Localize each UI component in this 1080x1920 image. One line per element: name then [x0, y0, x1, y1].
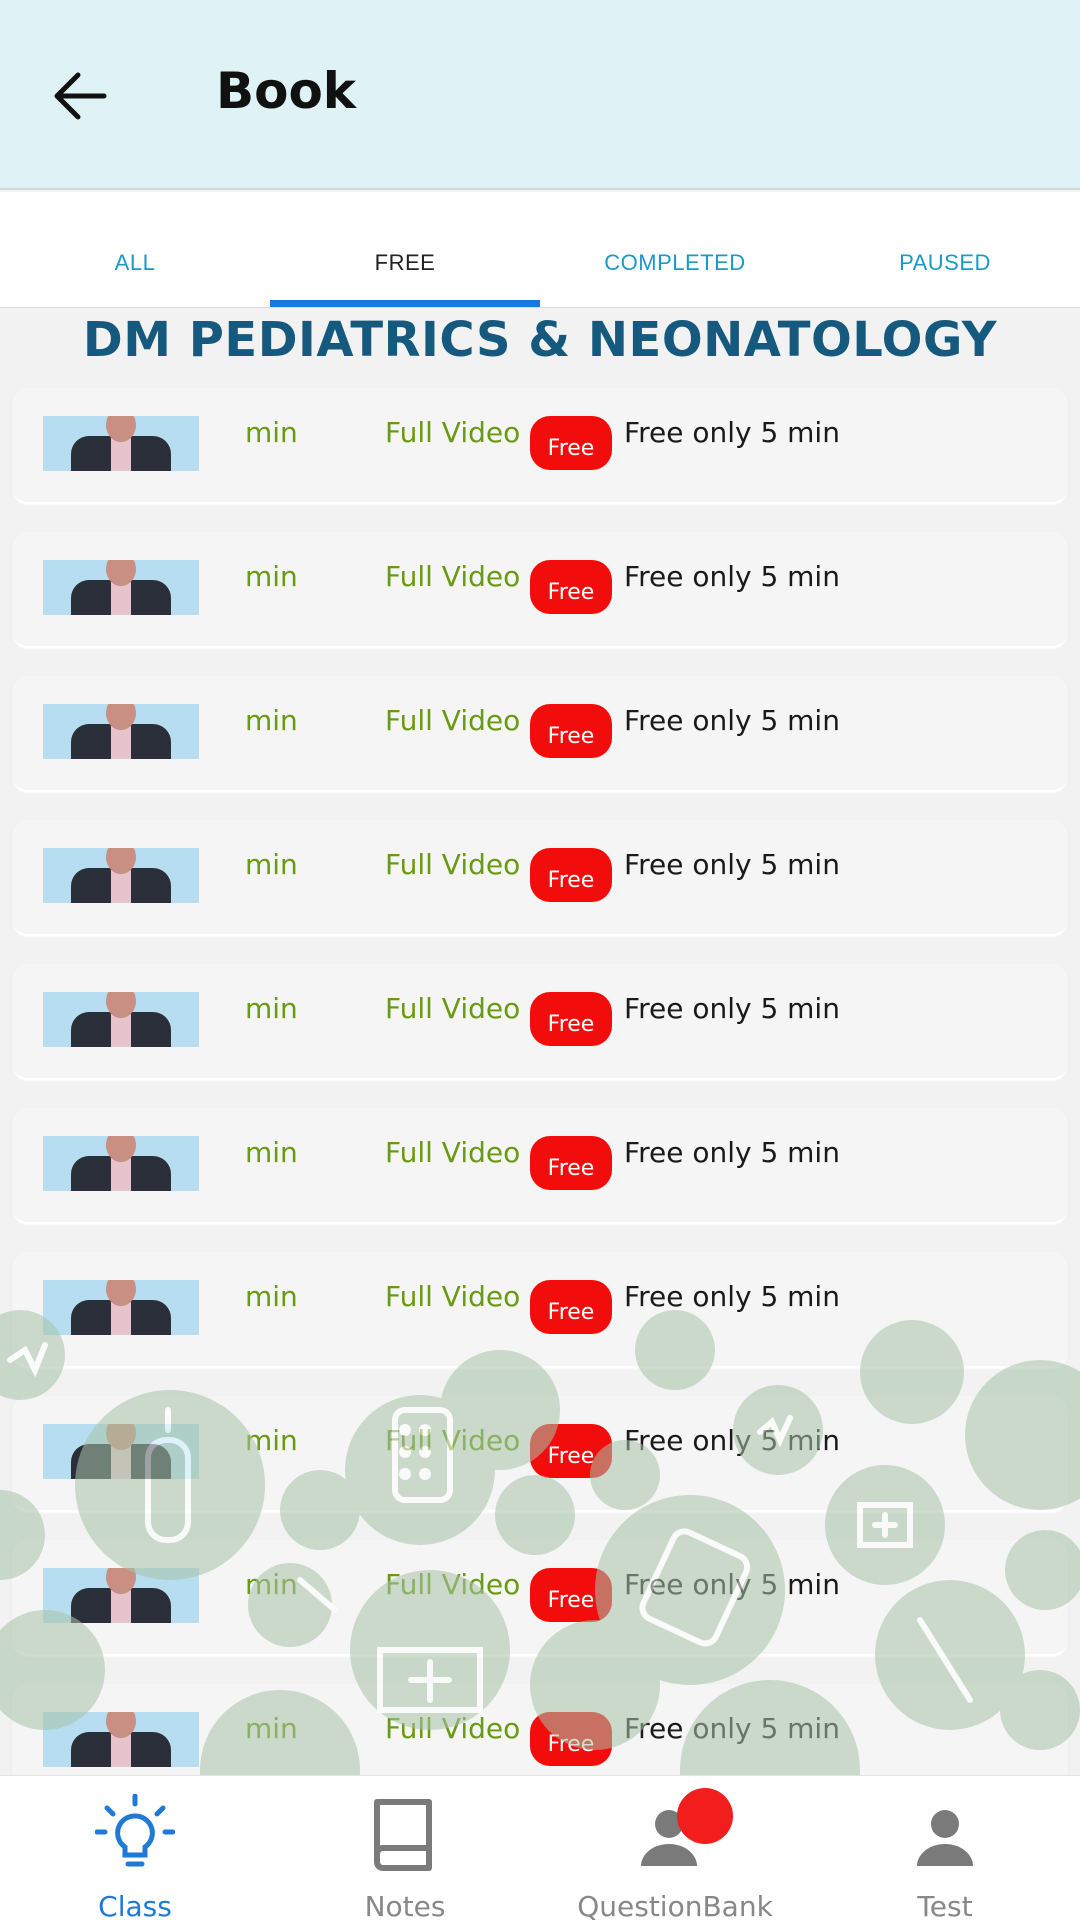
filter-tabs: ALL FREE COMPLETED PAUSED: [0, 192, 1080, 308]
video-thumbnail: [43, 560, 199, 615]
duration-label: min: [245, 704, 298, 737]
free-note: Free only 5 min: [624, 1424, 840, 1457]
full-video-link[interactable]: Full Video: [385, 416, 520, 449]
bottom-navigation: Class Notes QuestionBank Test: [0, 1775, 1080, 1920]
free-note: Free only 5 min: [624, 704, 840, 737]
full-video-link[interactable]: Full Video: [385, 1712, 520, 1745]
nav-notes[interactable]: Notes: [270, 1776, 540, 1920]
nav-label: Class: [98, 1890, 172, 1920]
full-video-link[interactable]: Full Video: [385, 560, 520, 593]
full-video-link[interactable]: Full Video: [385, 704, 520, 737]
duration-label: min: [245, 1280, 298, 1313]
video-thumbnail: [43, 1568, 199, 1623]
tab-all[interactable]: ALL: [0, 192, 270, 307]
video-thumbnail: [43, 1136, 199, 1191]
lesson-card[interactable]: min Full Video Free Free only 5 min: [12, 1252, 1068, 1366]
notification-dot: [677, 1788, 733, 1844]
free-badge: Free: [530, 1568, 612, 1622]
duration-label: min: [245, 1712, 298, 1745]
tab-paused[interactable]: PAUSED: [810, 192, 1080, 307]
free-note: Free only 5 min: [624, 992, 840, 1025]
duration-label: min: [245, 848, 298, 881]
video-thumbnail: [43, 416, 199, 471]
arrow-left-icon: [54, 72, 107, 120]
full-video-link[interactable]: Full Video: [385, 1136, 520, 1169]
section-title: DM PEDIATRICS & NEONATOLOGY: [82, 312, 998, 368]
free-badge: Free: [530, 1712, 612, 1766]
free-note: Free only 5 min: [624, 560, 840, 593]
person-icon: [635, 1788, 733, 1874]
video-thumbnail: [43, 1280, 199, 1335]
lesson-card[interactable]: min Full Video Free Free only 5 min: [12, 1108, 1068, 1222]
free-note: Free only 5 min: [624, 416, 840, 449]
free-badge: Free: [530, 416, 612, 470]
lesson-card[interactable]: min Full Video Free Free only 5 min: [12, 820, 1068, 934]
lesson-card[interactable]: min Full Video Free Free only 5 min: [12, 532, 1068, 646]
free-note: Free only 5 min: [624, 848, 840, 881]
free-badge: Free: [530, 848, 612, 902]
free-badge: Free: [530, 992, 612, 1046]
video-thumbnail: [43, 704, 199, 759]
lesson-card[interactable]: min Full Video Free Free only 5 min: [12, 676, 1068, 790]
full-video-link[interactable]: Full Video: [385, 848, 520, 881]
nav-class[interactable]: Class: [0, 1776, 270, 1920]
full-video-link[interactable]: Full Video: [385, 992, 520, 1025]
lesson-card[interactable]: min Full Video Free Free only 5 min: [12, 1396, 1068, 1510]
tab-completed[interactable]: COMPLETED: [540, 192, 810, 307]
nav-test[interactable]: Test: [810, 1776, 1080, 1920]
video-thumbnail: [43, 848, 199, 903]
free-note: Free only 5 min: [624, 1136, 840, 1169]
video-thumbnail: [43, 992, 199, 1047]
full-video-link[interactable]: Full Video: [385, 1424, 520, 1457]
duration-label: min: [245, 560, 298, 593]
free-badge: Free: [530, 1136, 612, 1190]
nav-label: QuestionBank: [577, 1890, 773, 1920]
full-video-link[interactable]: Full Video: [385, 1280, 520, 1313]
duration-label: min: [245, 416, 298, 449]
person-icon: [905, 1794, 985, 1874]
free-badge: Free: [530, 560, 612, 614]
duration-label: min: [245, 1568, 298, 1601]
nav-label: Notes: [364, 1890, 446, 1920]
free-note: Free only 5 min: [624, 1568, 840, 1601]
duration-label: min: [245, 992, 298, 1025]
full-video-link[interactable]: Full Video: [385, 1568, 520, 1601]
free-note: Free only 5 min: [624, 1280, 840, 1313]
free-badge: Free: [530, 1424, 612, 1478]
lesson-card[interactable]: min Full Video Free Free only 5 min: [12, 1540, 1068, 1654]
back-button[interactable]: [40, 58, 120, 134]
video-thumbnail: [43, 1712, 199, 1767]
tab-free[interactable]: FREE: [270, 192, 540, 307]
app-bar: Book: [0, 0, 1080, 190]
duration-label: min: [245, 1136, 298, 1169]
book-icon: [365, 1794, 445, 1874]
duration-label: min: [245, 1424, 298, 1457]
lesson-card[interactable]: min Full Video Free Free only 5 min: [12, 964, 1068, 1078]
video-thumbnail: [43, 1424, 199, 1479]
nav-questionbank[interactable]: QuestionBank: [540, 1776, 810, 1920]
free-note: Free only 5 min: [624, 1712, 840, 1745]
lightbulb-icon: [94, 1793, 176, 1874]
free-badge: Free: [530, 1280, 612, 1334]
nav-label: Test: [917, 1890, 973, 1920]
free-badge: Free: [530, 704, 612, 758]
page-title: Book: [216, 62, 357, 120]
lesson-card[interactable]: min Full Video Free Free only 5 min: [12, 388, 1068, 502]
